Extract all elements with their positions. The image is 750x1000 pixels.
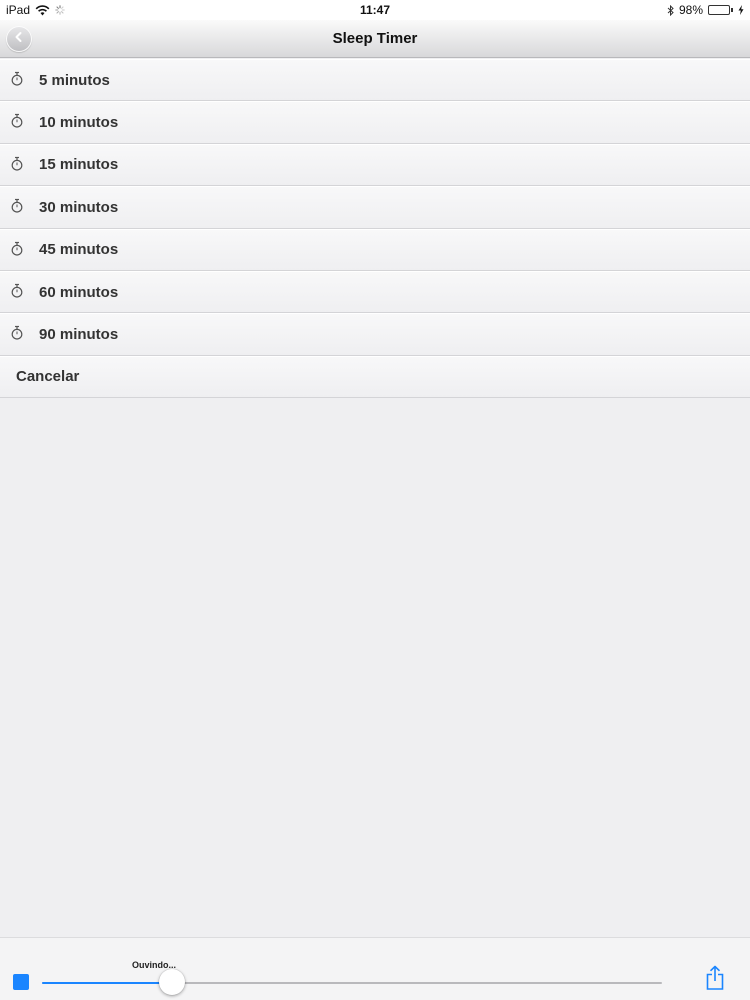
charging-bolt-icon (738, 5, 744, 15)
stopwatch-icon (10, 283, 24, 299)
timer-option-45[interactable]: 45 minutos (0, 228, 750, 271)
stopwatch-icon (10, 325, 24, 341)
progress-slider[interactable] (42, 969, 662, 995)
timer-option-90[interactable]: 90 minutos (0, 313, 750, 356)
status-time: 11:47 (359, 3, 391, 17)
timer-option-15[interactable]: 15 minutos (0, 143, 750, 187)
timer-option-label: 10 minutos (39, 114, 119, 132)
navigation-bar: Sleep Timer (0, 20, 750, 58)
page-title: Sleep Timer (332, 30, 418, 47)
stopwatch-icon (10, 241, 24, 257)
stopwatch-icon (10, 71, 24, 87)
battery-percent: 98% (678, 3, 703, 17)
timer-option-label: 45 minutos (39, 241, 119, 259)
cancel-option[interactable]: Cancelar (0, 355, 750, 399)
stop-button[interactable] (13, 974, 29, 990)
timer-option-label: 15 minutos (39, 156, 119, 174)
slider-thumb[interactable] (159, 969, 186, 995)
timer-option-label: 90 minutos (39, 326, 119, 344)
cancel-label: Cancelar (16, 368, 80, 386)
share-icon (705, 965, 725, 996)
sleep-timer-list: 5 minutos 10 minutos 15 minutos 30 minut… (0, 59, 750, 399)
timer-option-10[interactable]: 10 minutos (0, 101, 750, 144)
share-button[interactable] (704, 965, 726, 996)
player-bar: Ouvindo... (0, 937, 750, 1000)
timer-option-label: 5 minutos (39, 71, 110, 89)
stopwatch-icon (10, 156, 24, 172)
status-bar: iPad 11:47 98% (0, 0, 750, 20)
timer-option-5[interactable]: 5 minutos (0, 59, 750, 102)
timer-option-label: 60 minutos (39, 283, 119, 301)
timer-option-30[interactable]: 30 minutos (0, 186, 750, 229)
timer-option-label: 30 minutos (39, 198, 119, 216)
stopwatch-icon (10, 113, 24, 129)
bluetooth-icon (667, 4, 674, 16)
battery-icon (708, 5, 733, 15)
timer-option-60[interactable]: 60 minutos (0, 270, 750, 314)
status-right: 98% (667, 0, 744, 20)
stopwatch-icon (10, 198, 24, 214)
slider-fill (42, 982, 173, 984)
